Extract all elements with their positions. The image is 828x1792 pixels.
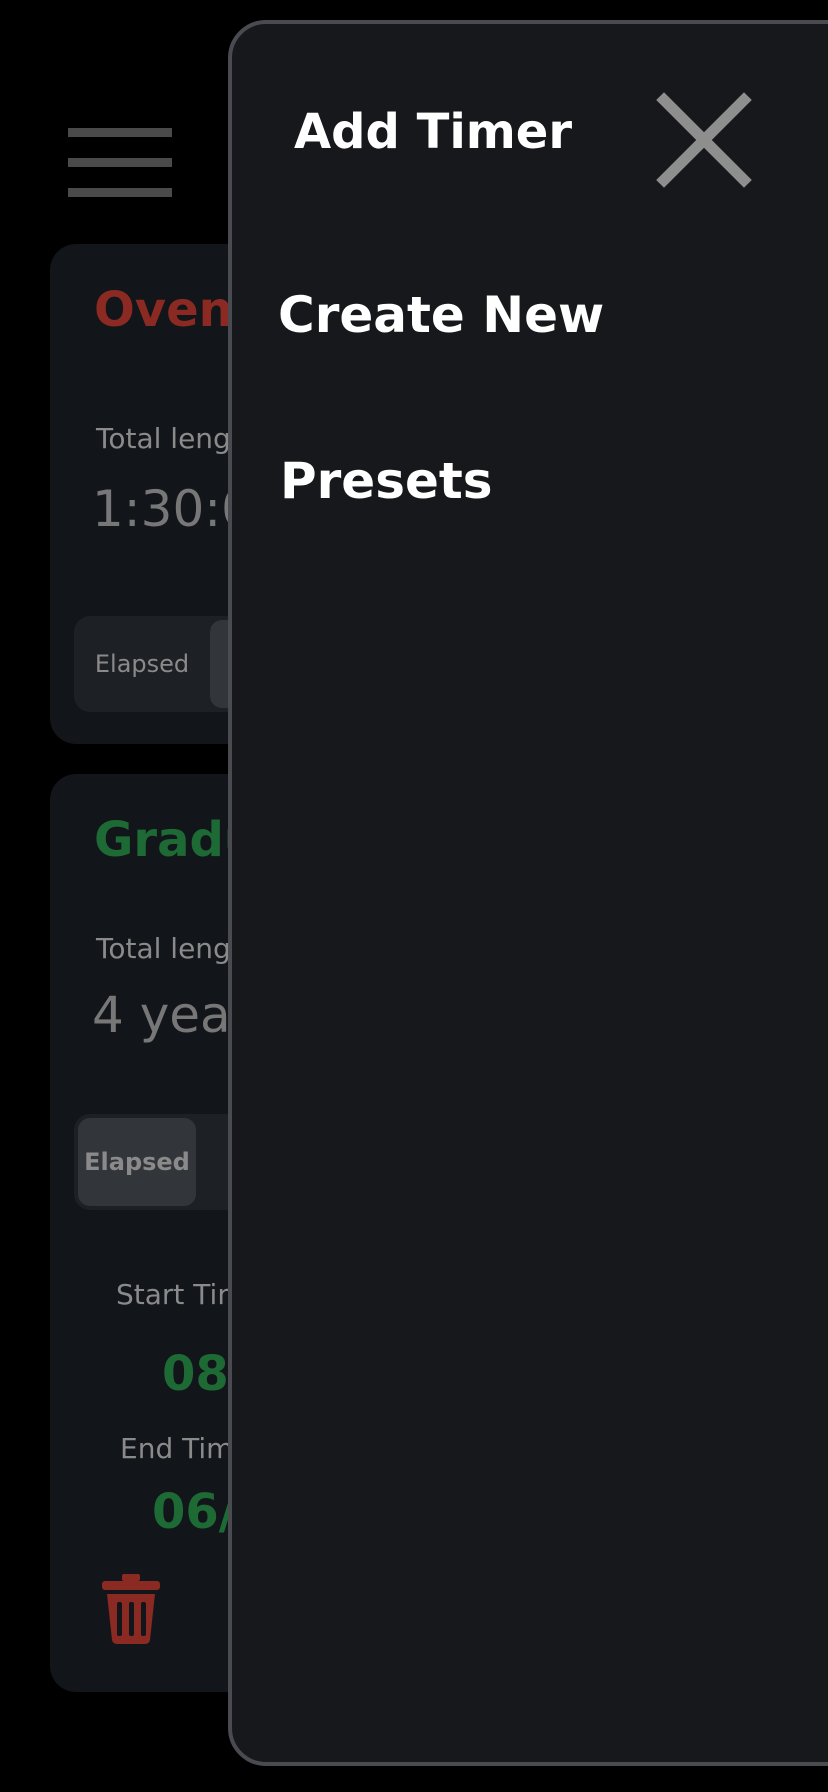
close-icon[interactable]: [656, 92, 752, 188]
trash-icon[interactable]: [102, 1574, 160, 1644]
drawer-title: Add Timer: [294, 104, 573, 160]
end-time-label: End Tim: [120, 1432, 234, 1465]
hamburger-icon[interactable]: [68, 128, 172, 198]
timer-title: Oven: [94, 282, 233, 338]
add-timer-drawer: Add Timer Create New Presets: [228, 20, 828, 1766]
create-new-button[interactable]: Create New: [278, 286, 604, 344]
total-length-label: Total leng: [96, 422, 231, 455]
segment-elapsed[interactable]: Elapsed: [78, 1118, 196, 1206]
total-length-label: Total leng: [96, 932, 231, 965]
start-time-value: 08: [162, 1346, 229, 1402]
presets-button[interactable]: Presets: [280, 452, 493, 510]
start-time-label: Start Tin: [116, 1278, 236, 1311]
segment-elapsed[interactable]: Elapsed: [82, 620, 202, 708]
screen: Oven Total leng 1:30:0 Elapsed Gradu Tot…: [0, 0, 828, 1792]
end-time-value: 06/: [152, 1484, 237, 1540]
